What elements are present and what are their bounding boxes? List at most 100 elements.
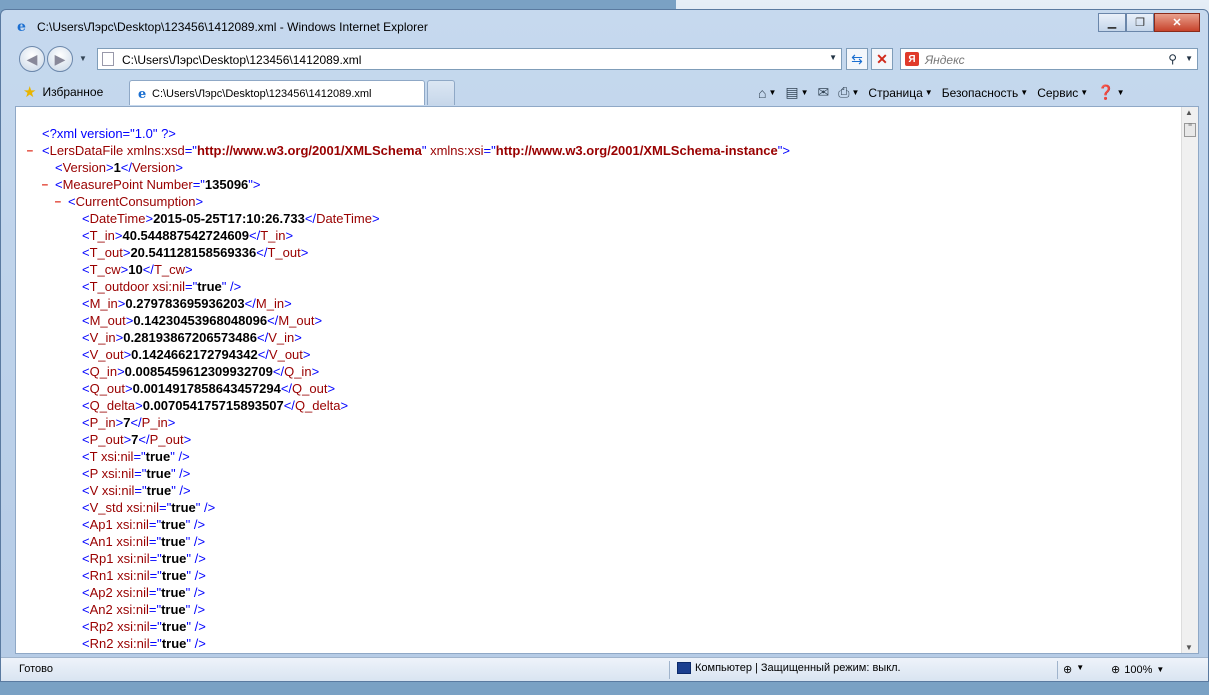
nil-value: true: [161, 568, 187, 583]
element-tag: V_std: [89, 500, 123, 515]
search-dropdown-icon[interactable]: ▼: [1185, 54, 1193, 63]
xml-value-list: <DateTime>2015-05-25T17:10:26.733</DateT…: [16, 210, 790, 652]
nil-attr: xsi:nil: [101, 466, 135, 481]
mail-button[interactable]: ✉: [815, 82, 833, 103]
address-text[interactable]: C:\Users\Лэрс\Desktop\123456\1412089.xml: [122, 53, 361, 67]
search-box[interactable]: Я Яндекс ⚲ ▼: [900, 48, 1198, 70]
mail-icon: ✉: [817, 84, 830, 100]
nil-attr: xsi:nil: [152, 279, 185, 294]
status-divider: [1057, 661, 1058, 679]
zoom-level: 100%: [1124, 663, 1153, 676]
page-icon: [102, 52, 114, 66]
ie-window: e C:\Users\Лэрс\Desktop\123456\1412089.x…: [0, 9, 1209, 682]
command-bar: ⌂ ▼ ▤ ▼ ✉ ⎙ ▼ Страница ▼ Безопасность ▼ Серви…: [755, 82, 1128, 103]
element-tag: DateTime: [89, 211, 146, 226]
scroll-up-icon[interactable]: ▲: [1185, 108, 1193, 117]
nil-value: true: [171, 500, 196, 515]
xml-element-line: <Rp1 xsi:nil="true" />: [82, 551, 206, 566]
xml-element-line: <Rp2 xsi:nil="true" />: [82, 619, 206, 634]
xml-element-line: <P xsi:nil="true" />: [82, 466, 191, 481]
refresh-button[interactable]: ⇆: [846, 48, 868, 70]
element-close-tag: P_in: [141, 415, 168, 430]
safety-menu[interactable]: Безопасность ▼: [939, 84, 1031, 102]
element-tag: An1: [89, 534, 113, 549]
nil-value: true: [197, 279, 222, 294]
element-close-tag: Q_out: [292, 381, 328, 396]
element-tag: Ap2: [89, 585, 113, 600]
xml-tree: <?xml version="1.0" ?> – <LersDataFile x…: [16, 125, 790, 652]
element-tag: T_outdoor: [89, 279, 149, 294]
version-close: Version: [132, 160, 176, 175]
page-menu-label: Страница: [868, 85, 923, 100]
version-value: 1: [113, 160, 121, 175]
xml-version-line: <Version>1</Version>: [55, 160, 183, 175]
zoom-button[interactable]: ⊕ 100% ▼: [1111, 663, 1165, 677]
computer-icon: [677, 662, 691, 674]
version-open: Version: [62, 160, 106, 175]
collapse-toggle[interactable]: –: [54, 193, 62, 210]
mp-attr: Number: [146, 177, 193, 192]
xml-declaration: <?xml version="1.0" ?>: [16, 125, 790, 142]
search-icon[interactable]: ⚲: [1168, 52, 1177, 66]
page-menu[interactable]: Страница ▼: [865, 84, 935, 102]
close-button[interactable]: ✕: [1154, 13, 1200, 32]
collapse-toggle[interactable]: –: [26, 142, 34, 159]
scroll-down-icon[interactable]: ▼: [1185, 643, 1193, 652]
feeds-button[interactable]: ▤ ▼: [782, 82, 811, 103]
scroll-thumb[interactable]: ≡: [1184, 122, 1196, 137]
xml-element-line: <Q_in>0.0085459612309932709</Q_in>: [82, 364, 320, 379]
stop-button[interactable]: ✕: [871, 48, 893, 70]
element-close-tag: T_cw: [153, 262, 185, 277]
xsd-attr: xmlns:xsd: [126, 143, 185, 158]
element-close-tag: V_out: [268, 347, 303, 362]
new-tab-button[interactable]: [427, 80, 455, 105]
nil-attr: xsi:nil: [126, 500, 159, 515]
forward-button[interactable]: ▶: [47, 46, 73, 72]
element-close-tag: M_in: [255, 296, 285, 311]
help-button[interactable]: ❓ ▼: [1094, 82, 1127, 103]
home-icon: ⌂: [758, 84, 767, 101]
xml-element-line: <V_out>0.1424662172794342</V_out>: [82, 347, 311, 362]
collapse-toggle[interactable]: –: [41, 176, 49, 193]
tab-active[interactable]: e C:\Users\Лэрс\Desktop\123456\1412089.x…: [129, 80, 425, 105]
address-dropdown-icon[interactable]: ▼: [829, 53, 837, 62]
element-tag: Rn2: [89, 636, 114, 651]
maximize-button[interactable]: ❐: [1126, 13, 1154, 32]
address-bar[interactable]: C:\Users\Лэрс\Desktop\123456\1412089.xml…: [97, 48, 842, 70]
security-zone[interactable]: Компьютер | Защищенный режим: выкл.: [677, 662, 901, 674]
nil-attr: xsi:nil: [116, 517, 149, 532]
tools-menu[interactable]: Сервис ▼: [1034, 84, 1091, 102]
element-tag: An2: [89, 602, 113, 617]
element-tag: Rp1: [89, 551, 114, 566]
back-button[interactable]: ◀: [19, 46, 45, 72]
xml-element-line: <T xsi:nil="true" />: [82, 449, 190, 464]
home-button[interactable]: ⌂ ▼: [755, 83, 779, 103]
minimize-button[interactable]: ▁: [1098, 13, 1126, 32]
history-dropdown-icon[interactable]: ▼: [79, 54, 87, 63]
protected-mode-button[interactable]: ⊕ ▼: [1063, 663, 1084, 676]
xml-root-line: – <LersDataFile xmlns:xsd="http://www.w3…: [26, 142, 790, 159]
zoom-dropdown-icon: ▼: [1156, 665, 1165, 674]
ie-logo-icon: e: [17, 19, 26, 35]
element-tag: M_in: [89, 296, 118, 311]
nil-attr: xsi:nil: [101, 483, 135, 498]
globe-icon: ⊕: [1063, 664, 1073, 676]
element-tag: P_out: [89, 432, 124, 447]
vertical-scrollbar[interactable]: ▲ ≡ ▼: [1181, 107, 1198, 653]
element-tag: T_cw: [89, 262, 121, 277]
element-value: 0.0014917858643457294: [132, 381, 281, 396]
nil-value: true: [161, 585, 186, 600]
element-value: 2015-05-25T17:10:26.733: [153, 211, 305, 226]
favorites-button[interactable]: ★ Избранное: [23, 83, 103, 101]
favorites-row: ★ Избранное e C:\Users\Лэрс\Desktop\1234…: [1, 76, 1208, 106]
element-close-tag: DateTime: [316, 211, 372, 226]
address-row: ◀ ▶ ▼ C:\Users\Лэрс\Desktop\123456\14120…: [1, 44, 1208, 76]
element-close-tag: P_out: [149, 432, 184, 447]
print-button[interactable]: ⎙ ▼: [835, 82, 862, 103]
element-close-tag: Q_delta: [294, 398, 341, 413]
element-tag: T_in: [89, 228, 115, 243]
nil-attr: xsi:nil: [116, 585, 149, 600]
search-placeholder[interactable]: Яндекс: [925, 53, 965, 67]
xml-element-line: <M_out>0.14230453968048096</M_out>: [82, 313, 323, 328]
nil-attr: xsi:nil: [117, 619, 150, 634]
